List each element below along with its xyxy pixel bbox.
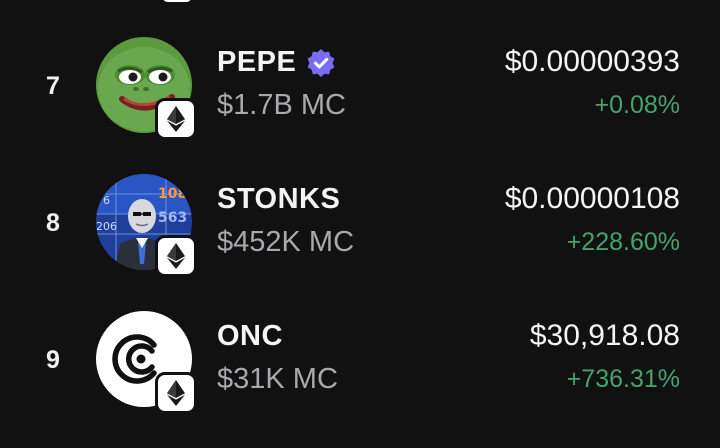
rank-number: 7 [46, 72, 60, 100]
token-name-line: PEPE [217, 46, 336, 79]
price-change: +0.08% [594, 91, 681, 119]
token-list: 7 PEPE $1.7B MC $0.00000393 +0.08% 8 108… [0, 0, 720, 448]
previous-row-chain-badge-edge [162, 0, 192, 2]
token-price: $30,918.08 [529, 319, 680, 352]
ethereum-icon [155, 235, 197, 277]
token-row-pepe[interactable]: 7 PEPE $1.7B MC $0.00000393 +0.08% [0, 37, 720, 147]
token-price: $0.00000108 [504, 182, 680, 215]
price-change: +228.60% [566, 228, 680, 256]
svg-text:563: 563 [158, 210, 187, 226]
ethereum-icon [155, 98, 197, 140]
token-name: PEPE [217, 46, 297, 78]
svg-text:108: 108 [158, 186, 187, 202]
verified-badge-icon [306, 48, 336, 78]
token-name: STONKS [217, 183, 341, 215]
token-name-line: ONC [217, 320, 283, 353]
token-row-onc[interactable]: 9 ONC $31K MC $30,918.08 +736.31% [0, 311, 720, 421]
market-cap: $452K MC [217, 226, 355, 258]
market-cap: $31K MC [217, 363, 338, 395]
market-cap: $1.7B MC [217, 89, 346, 121]
price-change: +736.31% [566, 365, 680, 393]
token-name: ONC [217, 320, 283, 352]
rank-number: 9 [46, 346, 60, 374]
ethereum-icon [155, 372, 197, 414]
token-price: $0.00000393 [504, 45, 680, 78]
rank-number: 8 [46, 209, 60, 237]
svg-text:206: 206 [96, 220, 117, 233]
token-row-stonks[interactable]: 8 108 563 76 206 STONKS $452K MC $0.0000… [0, 174, 720, 284]
token-name-line: STONKS [217, 183, 340, 216]
svg-text:76: 76 [96, 194, 110, 207]
